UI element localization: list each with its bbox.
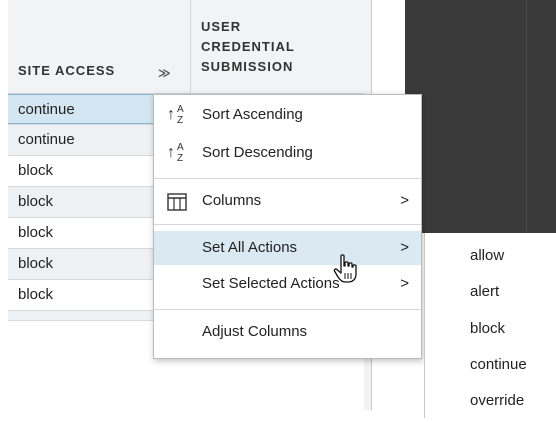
- menu-item-label: Adjust Columns: [202, 323, 308, 340]
- menu-divider: [154, 224, 421, 225]
- chevron-right-icon: >: [400, 192, 409, 209]
- menu-item-set-all-actions[interactable]: Set All Actions >: [154, 231, 421, 265]
- table-header: SITE ACCESS ≫ USER CREDENTIAL SUBMISSION: [8, 0, 372, 94]
- menu-item-label: Sort Descending: [202, 144, 313, 161]
- hand-cursor-icon: [333, 254, 357, 283]
- submenu-item-continue[interactable]: continue: [470, 354, 527, 376]
- column-header-label-line: CREDENTIAL: [201, 39, 295, 54]
- menu-item-sort-ascending[interactable]: ↑ A Z Sort Ascending: [154, 98, 421, 132]
- column-menu-icon[interactable]: ≫: [158, 66, 171, 80]
- chevron-right-icon: >: [400, 275, 409, 292]
- sort-descending-icon: ↑ A Z: [167, 142, 184, 164]
- menu-item-label: Set All Actions: [202, 239, 298, 256]
- menu-item-columns[interactable]: Columns >: [154, 184, 421, 218]
- column-header-label-line: SUBMISSION: [201, 59, 294, 74]
- sort-ascending-icon: ↑ A Z: [167, 104, 184, 126]
- background-divider: [526, 0, 527, 233]
- column-header-label: SITE ACCESS: [18, 63, 116, 78]
- menu-item-label: Sort Ascending: [202, 106, 303, 123]
- column-context-menu: ↑ A Z Sort Ascending ↑ A Z Sort Descendi…: [153, 94, 422, 359]
- menu-item-set-selected-actions[interactable]: Set Selected Actions >: [154, 267, 421, 301]
- set-all-actions-submenu: allow alert block continue override: [424, 233, 556, 418]
- column-header-site-access[interactable]: SITE ACCESS ≫: [8, 0, 191, 94]
- menu-divider: [154, 309, 421, 310]
- column-header-user-credential-submission[interactable]: USER CREDENTIAL SUBMISSION: [191, 0, 372, 94]
- submenu-item-block[interactable]: block: [470, 318, 505, 340]
- menu-divider: [154, 178, 421, 179]
- columns-icon: [166, 191, 188, 213]
- submenu-item-alert[interactable]: alert: [470, 281, 499, 303]
- submenu-item-override[interactable]: override: [470, 390, 524, 412]
- menu-item-label: Columns: [202, 192, 262, 209]
- background-panel: [405, 0, 556, 233]
- menu-item-adjust-columns[interactable]: Adjust Columns: [154, 315, 421, 349]
- column-header-label-line: USER: [201, 19, 242, 34]
- menu-item-label: Set Selected Actions: [202, 275, 340, 292]
- submenu-item-allow[interactable]: allow: [470, 245, 504, 267]
- menu-item-sort-descending[interactable]: ↑ A Z Sort Descending: [154, 136, 421, 170]
- chevron-right-icon: >: [400, 239, 409, 256]
